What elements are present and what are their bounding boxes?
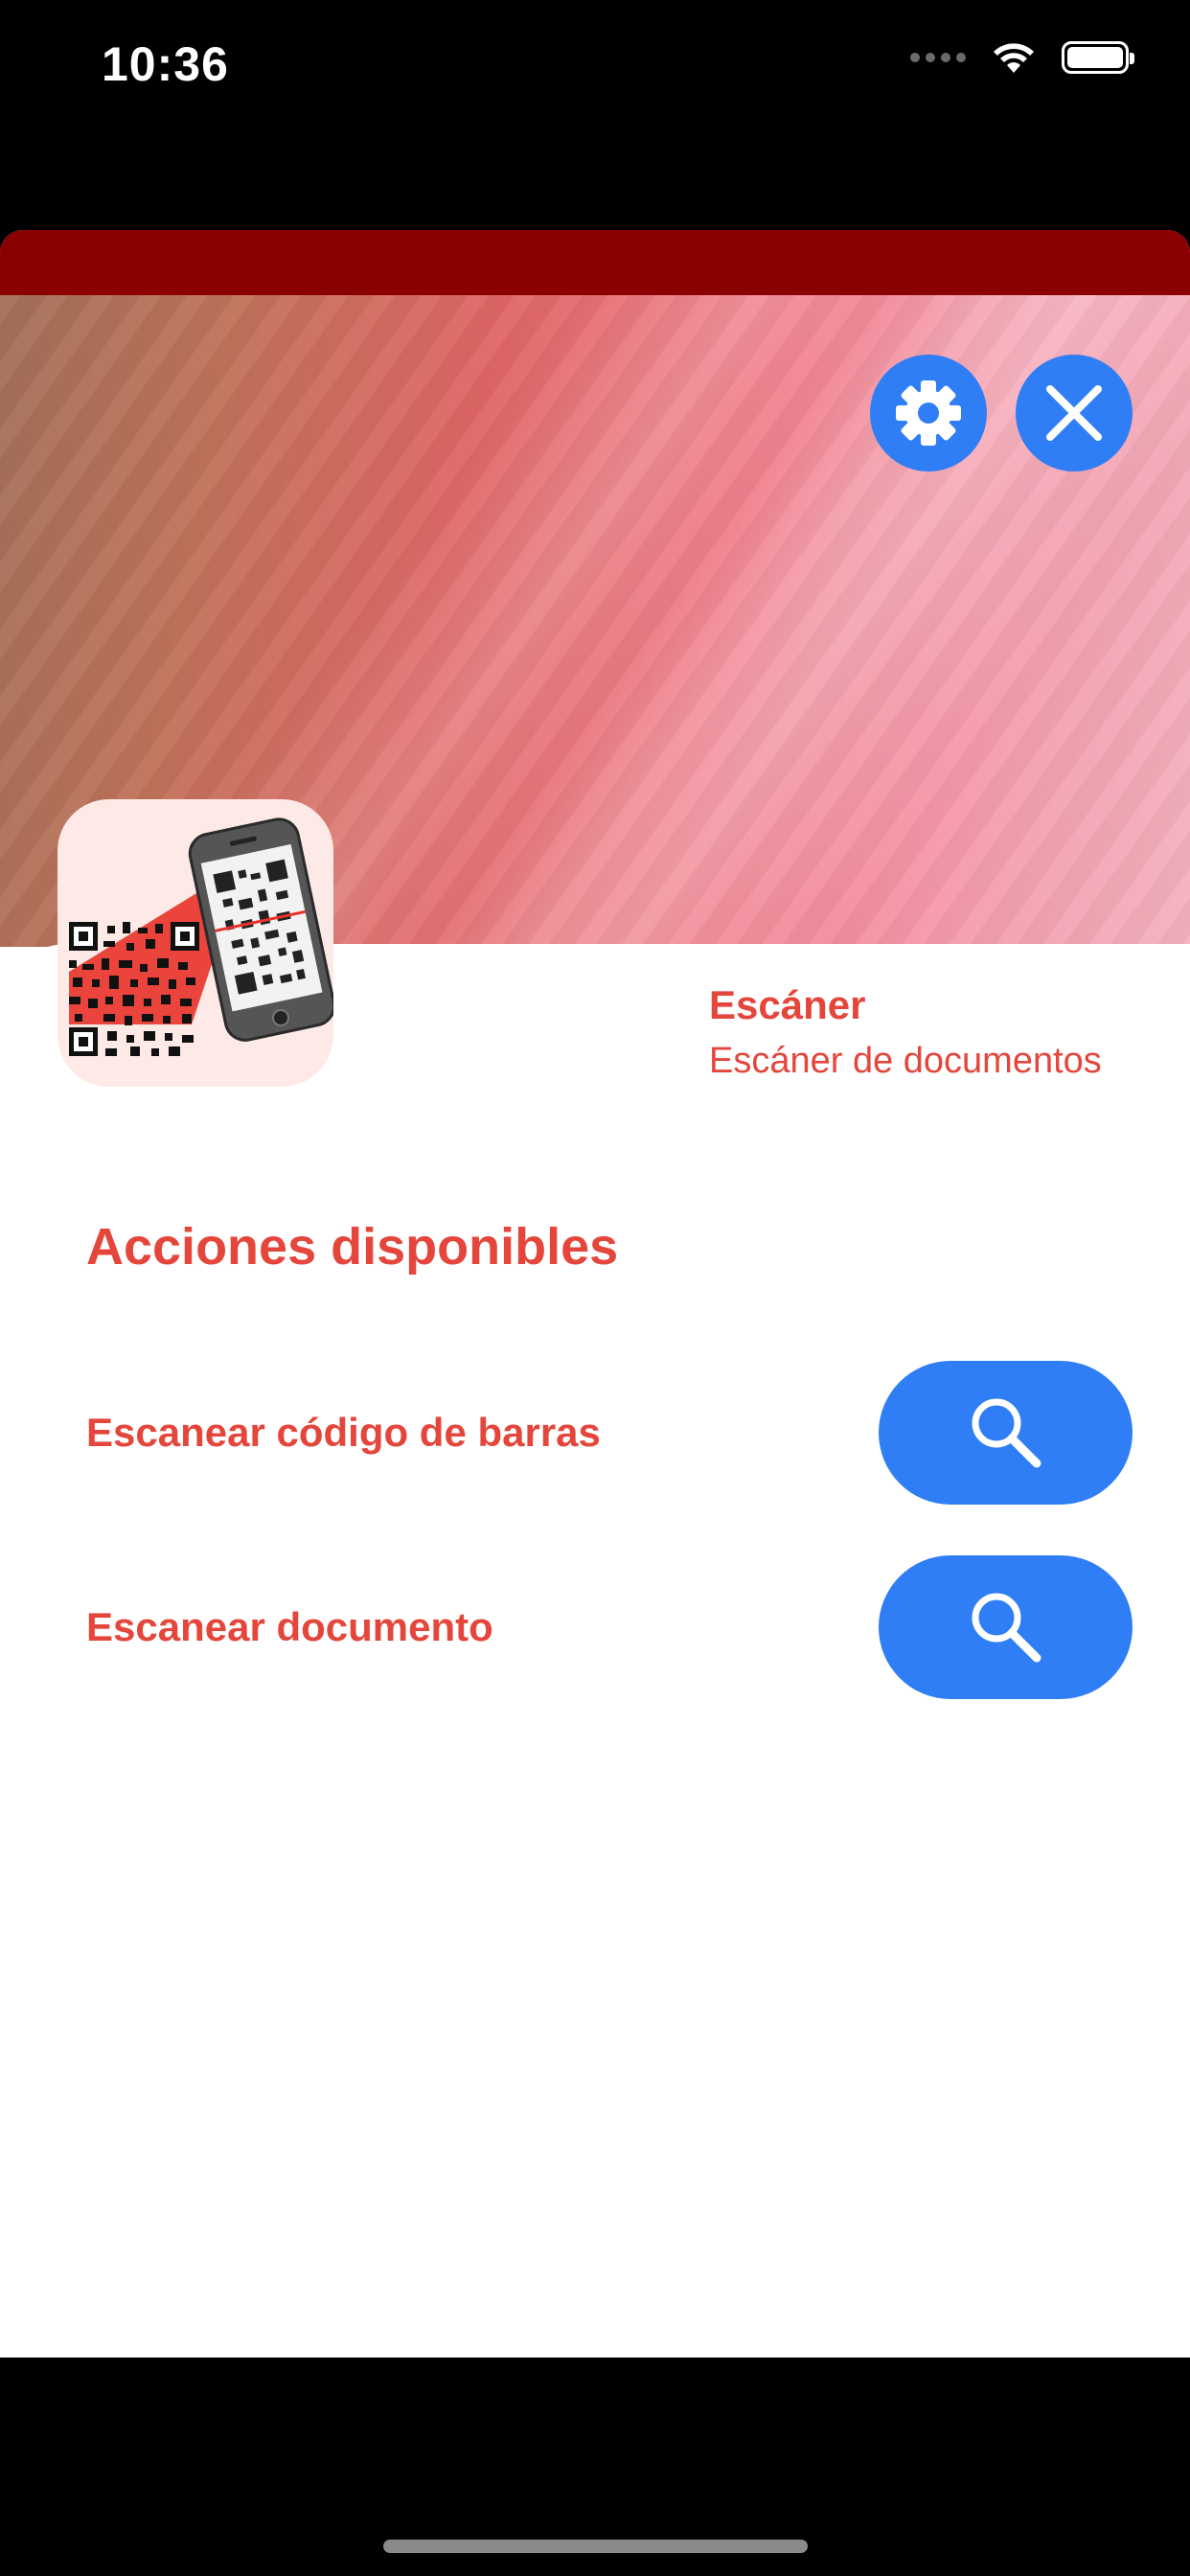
action-label: Escanear código de barras: [86, 1410, 601, 1455]
app-sheet: Escáner Escáner de documentos Acciones d…: [0, 230, 1190, 2358]
action-label: Escanear documento: [86, 1604, 493, 1649]
qr-scanner-phone-icon: [57, 799, 333, 1087]
action-row-scan-barcode: Escanear código de barras: [86, 1361, 1133, 1505]
home-indicator[interactable]: [383, 2540, 808, 2553]
close-button[interactable]: [1016, 355, 1133, 472]
wifi-icon: [994, 43, 1034, 73]
search-icon: [972, 1593, 1041, 1663]
cellular-dots-icon: [910, 53, 966, 62]
actions-section-title: Acciones disponibles: [86, 1218, 619, 1276]
battery-icon: [1062, 41, 1134, 74]
search-icon: [972, 1398, 1041, 1468]
app-name: Escáner: [709, 982, 866, 1027]
top-bar: [0, 230, 1190, 295]
gear-icon: [896, 380, 961, 446]
app-subtitle: Escáner de documentos: [709, 1041, 1102, 1081]
settings-button[interactable]: [870, 355, 987, 472]
screen: 10:36 Escáner Escáner de documentos Acci…: [0, 0, 1190, 2576]
close-icon: [1046, 385, 1102, 441]
status-icons: [910, 40, 1134, 75]
action-row-scan-document: Escanear documento: [86, 1555, 1133, 1699]
status-time: 10:36: [102, 37, 229, 91]
scan-barcode-button[interactable]: [879, 1361, 1133, 1505]
scan-document-button[interactable]: [879, 1555, 1133, 1699]
